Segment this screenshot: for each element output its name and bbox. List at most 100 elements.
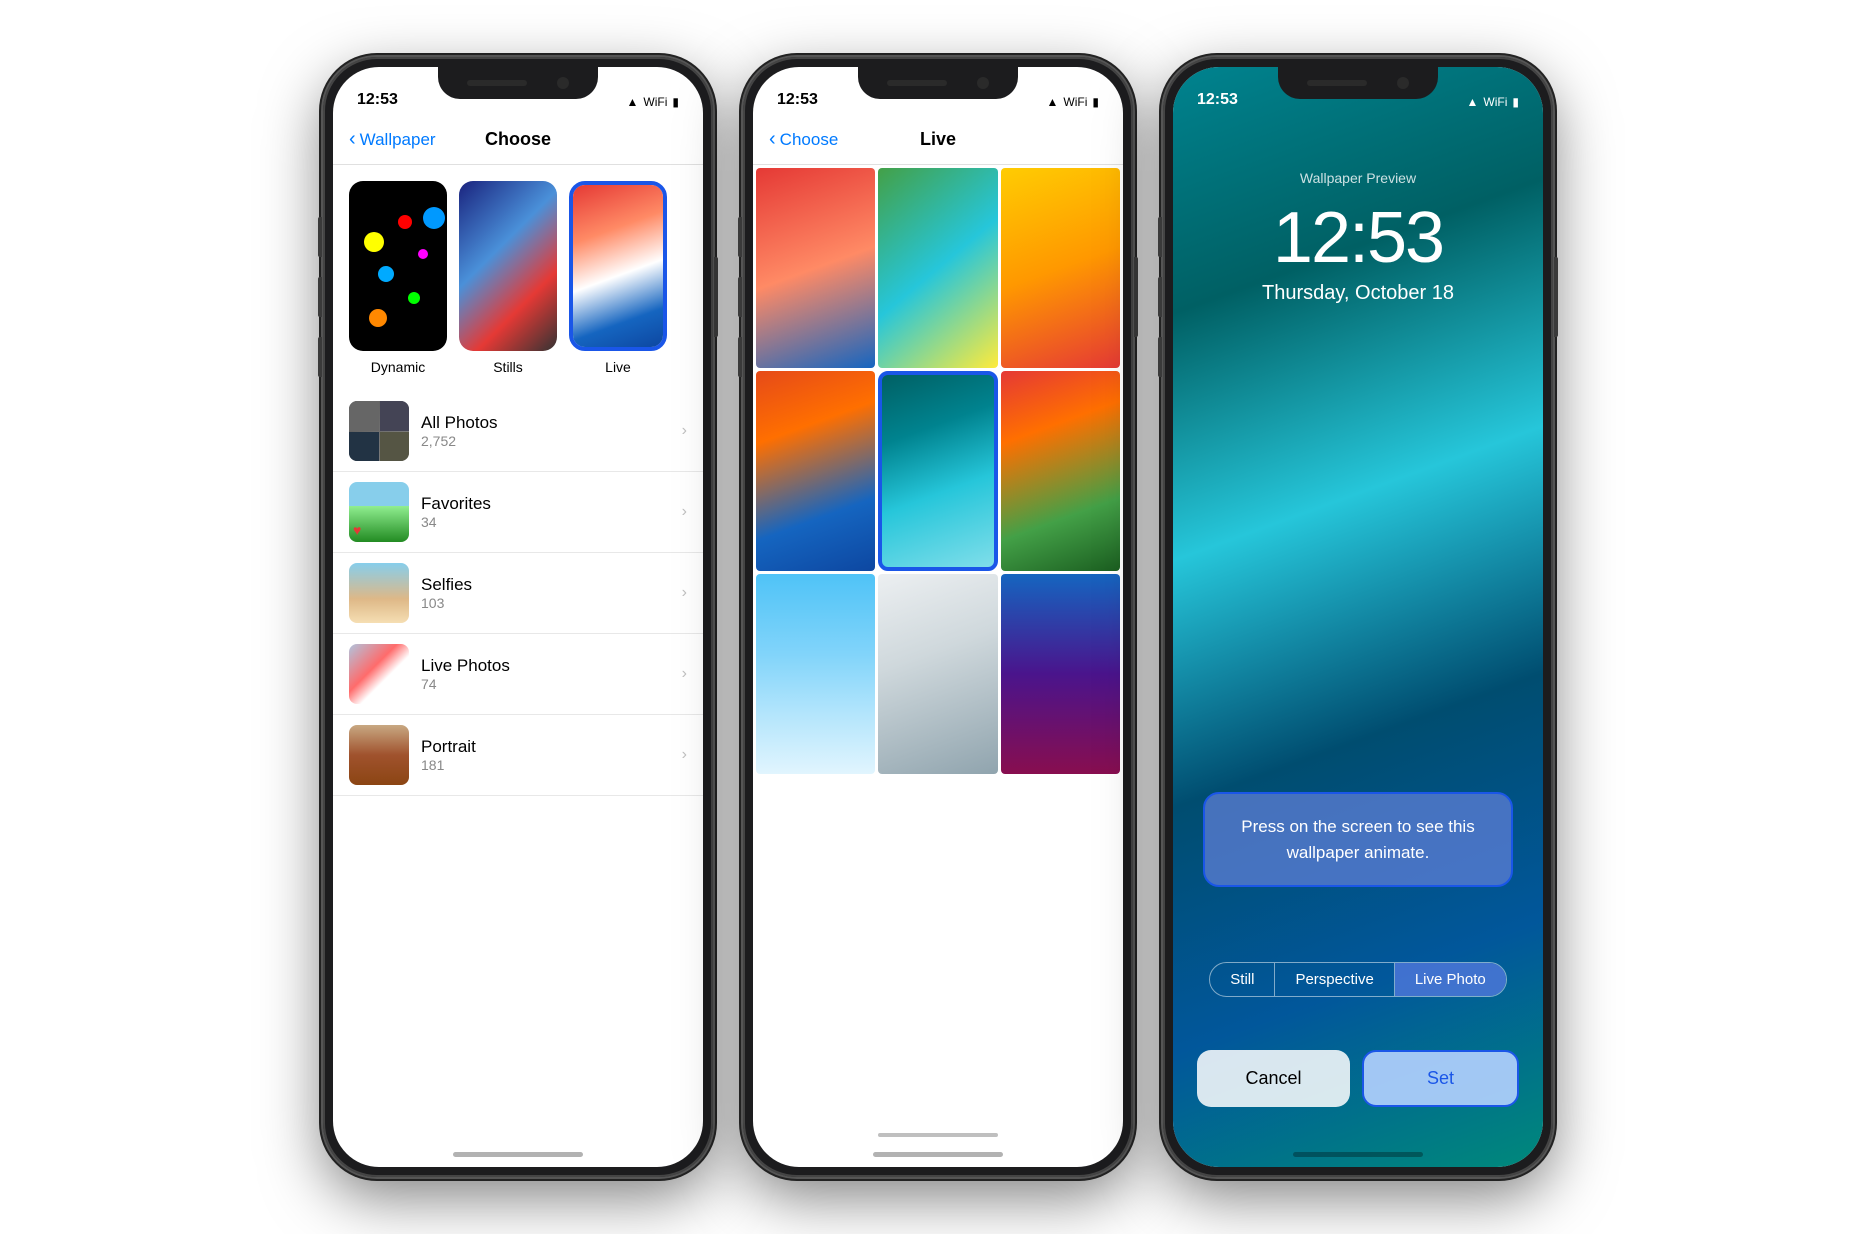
live-thumb-8[interactable] (878, 574, 997, 774)
signal-icon-2: ▲ (1047, 95, 1059, 109)
chevron-live-photos: › (682, 665, 687, 683)
title-portrait: Portrait (421, 737, 670, 757)
dynamic-thumb-bg (349, 181, 447, 351)
screen-content-3: Wallpaper Preview 12:53 Thursday, Octobe… (1173, 115, 1543, 1167)
list-item-live-photos[interactable]: Live Photos 74 › (333, 634, 703, 715)
side-button-mute (318, 217, 322, 257)
phone-1-screen: 12:53 ▲ WiFi ▮ ‹ Wallpaper Choose (333, 67, 703, 1167)
phone-2-screen: 12:53 ▲ WiFi ▮ ‹ Choose Live (753, 67, 1123, 1167)
chevron-selfies: › (682, 584, 687, 602)
nav-bar-1: ‹ Wallpaper Choose (333, 115, 703, 165)
title-selfies: Selfies (421, 575, 670, 595)
nav-back-2[interactable]: ‹ Choose (769, 128, 838, 151)
nav-title-2: Live (920, 129, 956, 150)
status-time-1: 12:53 (357, 91, 398, 109)
notch-3 (1278, 67, 1438, 99)
category-dynamic[interactable]: Dynamic (349, 181, 447, 375)
side-button-vol-down (318, 337, 322, 377)
list-item-selfies[interactable]: Selfies 103 › (333, 553, 703, 634)
notch (438, 67, 598, 99)
list-item-all-photos[interactable]: All Photos 2,752 › (333, 391, 703, 472)
status-icons-3: ▲ WiFi ▮ (1467, 95, 1520, 109)
stills-thumb-bg (459, 181, 557, 351)
info-live-photos: Live Photos 74 (421, 656, 670, 692)
phone-3: 12:53 ▲ WiFi ▮ Wallpaper Preview 12:53 T… (1163, 57, 1553, 1177)
count-live-photos: 74 (421, 676, 670, 692)
live-thumb-5-selected[interactable] (878, 371, 997, 571)
wifi-icon-2: WiFi (1063, 95, 1087, 109)
battery-icon: ▮ (672, 95, 679, 109)
thumb-live-photos (349, 644, 409, 704)
option-perspective[interactable]: Perspective (1275, 963, 1394, 996)
back-arrow-icon: ‹ (349, 128, 356, 151)
live-thumb-bg (573, 185, 663, 347)
speaker-2 (887, 80, 947, 86)
category-label-stills: Stills (493, 359, 523, 375)
set-button[interactable]: Set (1362, 1050, 1519, 1107)
signal-icon: ▲ (627, 95, 639, 109)
status-icons-1: ▲ WiFi ▮ (627, 95, 680, 109)
category-thumb-dynamic (349, 181, 447, 351)
side-button-power (714, 257, 718, 337)
side-button-mute-3 (1158, 217, 1162, 257)
chevron-all-photos: › (682, 422, 687, 440)
nav-title-1: Choose (485, 129, 551, 150)
preview-actions: Cancel Set (1173, 1050, 1543, 1107)
option-pill: Still Perspective Live Photo (1209, 962, 1506, 997)
camera (557, 77, 569, 89)
heart-icon: ♥ (353, 522, 361, 538)
live-thumb-6[interactable] (1001, 371, 1120, 571)
live-thumb-3[interactable] (1001, 168, 1120, 368)
screen-content-1: ‹ Wallpaper Choose (333, 115, 703, 1167)
speaker-3 (1307, 80, 1367, 86)
signal-icon-3: ▲ (1467, 95, 1479, 109)
category-live[interactable]: Live (569, 181, 667, 375)
info-portrait: Portrait 181 (421, 737, 670, 773)
scroll-indicator-2 (878, 1133, 998, 1137)
title-all-photos: All Photos (421, 413, 670, 433)
phone-3-screen: 12:53 ▲ WiFi ▮ Wallpaper Preview 12:53 T… (1173, 67, 1543, 1167)
info-all-photos: All Photos 2,752 (421, 413, 670, 449)
cancel-button[interactable]: Cancel (1197, 1050, 1350, 1107)
live-thumb-7[interactable] (756, 574, 875, 774)
home-indicator-1 (453, 1152, 583, 1157)
thumb-all-photos (349, 401, 409, 461)
title-favorites: Favorites (421, 494, 670, 514)
side-button-vol-up-3 (1158, 277, 1162, 317)
preview-clock: 12:53 (1173, 202, 1543, 274)
thumb-portrait (349, 725, 409, 785)
list-item-portrait[interactable]: Portrait 181 › (333, 715, 703, 796)
nav-back-label-2: Choose (780, 130, 839, 150)
speaker (467, 80, 527, 86)
live-thumb-4[interactable] (756, 371, 875, 571)
thumb-favorites: ♥ (349, 482, 409, 542)
chevron-favorites: › (682, 503, 687, 521)
press-message-text: Press on the screen to see this wallpape… (1241, 817, 1474, 862)
live-thumb-9[interactable] (1001, 574, 1120, 774)
title-live-photos: Live Photos (421, 656, 670, 676)
side-button-vol-down-3 (1158, 337, 1162, 377)
status-icons-2: ▲ WiFi ▮ (1047, 95, 1100, 109)
thumb-selfies (349, 563, 409, 623)
info-selfies: Selfies 103 (421, 575, 670, 611)
phone-2: 12:53 ▲ WiFi ▮ ‹ Choose Live (743, 57, 1133, 1177)
phones-container: 12:53 ▲ WiFi ▮ ‹ Wallpaper Choose (0, 0, 1876, 1234)
side-button-vol-up-2 (738, 277, 742, 317)
category-thumb-live (569, 181, 667, 351)
back-arrow-icon-2: ‹ (769, 128, 776, 151)
live-thumb-1[interactable] (756, 168, 875, 368)
camera-2 (977, 77, 989, 89)
list-item-favorites[interactable]: ♥ Favorites 34 › (333, 472, 703, 553)
battery-icon-3: ▮ (1512, 95, 1519, 109)
nav-back-1[interactable]: ‹ Wallpaper (349, 128, 436, 151)
nav-back-label-1: Wallpaper (360, 130, 436, 150)
camera-3 (1397, 77, 1409, 89)
live-thumb-2[interactable] (878, 168, 997, 368)
category-stills[interactable]: Stills (459, 181, 557, 375)
wifi-icon-3: WiFi (1483, 95, 1507, 109)
home-indicator-2 (873, 1152, 1003, 1157)
category-thumb-stills (459, 181, 557, 351)
option-still[interactable]: Still (1210, 963, 1275, 996)
live-wallpaper-grid (753, 165, 1123, 777)
option-live-photo[interactable]: Live Photo (1395, 963, 1506, 996)
